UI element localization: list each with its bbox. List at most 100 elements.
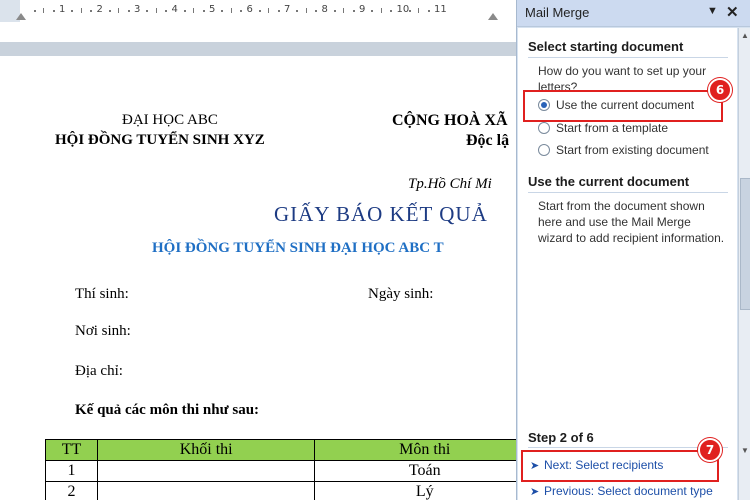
radio-icon[interactable]: [538, 122, 550, 134]
option-start-from-existing-document[interactable]: Start from existing document: [538, 143, 709, 157]
ruler-tick: [230, 8, 232, 13]
ruler-tick: [33, 10, 36, 12]
horizontal-ruler[interactable]: 1 2 3 4 5 6 7 8 9 10 11: [0, 0, 516, 23]
header-cell-block: Khối thi: [96, 439, 316, 461]
label-birthplace: Nơi sinh:: [75, 323, 131, 339]
close-icon[interactable]: ✕: [726, 3, 739, 21]
ruler-tick: [146, 10, 149, 12]
previous-select-document-type-link[interactable]: Previous: Select document type: [544, 484, 713, 498]
ruler-number: 7: [284, 4, 291, 15]
table-cell: [96, 481, 316, 500]
table-row: 2 Lý: [45, 481, 516, 500]
section-description: Start from the document shown here and u…: [538, 199, 725, 245]
ruler-number: 3: [134, 4, 141, 15]
header-republic: CỘNG HOÀ XÃ: [392, 112, 508, 129]
header-university: ĐẠI HỌC ABC: [122, 112, 218, 128]
ruler-number: 9: [359, 4, 366, 15]
ruler-tick: [390, 10, 393, 12]
ruler-number: 2: [96, 4, 103, 15]
place-date: Tp.Hồ Chí Mi: [408, 176, 492, 192]
ruler-tick: [258, 10, 261, 12]
mail-merge-pane: Mail Merge ▼ ✕ Select starting document …: [516, 0, 750, 500]
table-cell: Lý: [314, 481, 516, 500]
table-row: 1 Toán: [45, 460, 516, 482]
document-title: GIẤY BÁO KẾT QUẢ: [274, 202, 488, 226]
step-badge: 6: [708, 78, 732, 102]
pane-title: Mail Merge: [525, 5, 590, 20]
option-start-from-template[interactable]: Start from a template: [538, 121, 668, 135]
toolbar-area: [0, 22, 516, 42]
step-badge: 7: [698, 438, 722, 462]
results-table: TT Khối thi Môn thi 1 Toán 2 Lý: [45, 439, 516, 500]
ruler-tick: [127, 10, 130, 12]
section-divider: [528, 57, 728, 58]
label-address: Địa chỉ:: [75, 363, 123, 379]
scroll-up-icon[interactable]: ▲: [741, 31, 749, 40]
ruler-tick: [202, 10, 205, 12]
ruler-tick: [80, 8, 82, 13]
ruler-number: 11: [434, 4, 447, 15]
ruler-number: 10: [396, 4, 410, 15]
section-divider: [528, 192, 728, 193]
pane-header: Mail Merge ▼ ✕: [517, 0, 750, 27]
table-header-row: TT Khối thi Môn thi: [45, 439, 516, 461]
ruler-track: 1 2 3 4 5 6 7 8 9 10 11: [0, 0, 516, 22]
ruler-tick: [240, 10, 243, 12]
ruler-tick: [315, 10, 318, 12]
arrow-left-icon: ➤: [530, 486, 540, 498]
section-title-use-current: Use the current document: [528, 174, 690, 189]
document-page[interactable]: ĐẠI HỌC ABC HỘI ĐỒNG TUYỂN SINH XYZ CỘNG…: [0, 56, 516, 500]
ruler-tick: [380, 8, 382, 13]
header-council: HỘI ĐỒNG TUYỂN SINH XYZ: [55, 132, 265, 148]
label-date-of-birth: Ngày sinh:: [368, 286, 434, 302]
ruler-tick: [343, 8, 345, 13]
table-cell: 2: [45, 481, 98, 500]
ruler-tick: [296, 10, 299, 12]
header-cell-subject: Môn thi: [314, 439, 516, 461]
highlight-box: [521, 450, 719, 482]
chevron-down-icon[interactable]: ▼: [707, 5, 718, 17]
indent-marker-icon[interactable]: [488, 13, 498, 20]
ruler-tick: [418, 8, 420, 13]
ruler-tick: [305, 8, 307, 13]
ruler-tick: [193, 8, 195, 13]
table-cell: Toán: [314, 460, 516, 482]
pane-scrollbar[interactable]: ▲ ▼: [738, 28, 750, 500]
ruler-tick: [427, 10, 430, 12]
ruler-tick: [90, 10, 93, 12]
highlight-box: [523, 90, 723, 122]
ruler-tick: [52, 10, 55, 12]
header-cell-tt: TT: [45, 439, 98, 461]
scroll-down-icon[interactable]: ▼: [741, 446, 749, 455]
document-subtitle: HỘI ĐỒNG TUYỂN SINH ĐẠI HỌC ABC T: [152, 240, 444, 256]
indent-marker-icon[interactable]: [16, 13, 26, 20]
option-label: Start from existing document: [556, 143, 709, 157]
option-label: Start from a template: [556, 121, 669, 135]
ruler-tick: [221, 10, 224, 12]
ruler-tick: [43, 8, 45, 13]
ruler-tick: [371, 10, 374, 12]
ruler-tick: [118, 8, 120, 13]
header-independence: Độc lậ: [466, 132, 510, 149]
ruler-tick: [268, 8, 270, 13]
ruler-tick: [155, 8, 157, 13]
ruler-tick: [108, 10, 111, 12]
ruler-tick: [71, 10, 74, 12]
ruler-number: 1: [59, 4, 66, 15]
label-candidate: Thí sinh:: [75, 286, 129, 302]
ruler-tick: [408, 10, 411, 12]
pane-body: Select starting document How do you want…: [518, 28, 737, 500]
ruler-number: 4: [171, 4, 178, 15]
table-cell: 1: [45, 460, 98, 482]
radio-icon[interactable]: [538, 144, 550, 156]
step-indicator: Step 2 of 6: [528, 430, 594, 445]
scroll-thumb[interactable]: [740, 178, 750, 310]
ruler-number: 5: [209, 4, 216, 15]
ruler-tick: [183, 10, 186, 12]
ruler-tick: [352, 10, 355, 12]
page-top-margin: [0, 42, 516, 56]
ruler-tick: [333, 10, 336, 12]
ruler-number: 6: [246, 4, 253, 15]
ruler-number: 8: [321, 4, 328, 15]
ruler-tick: [277, 10, 280, 12]
